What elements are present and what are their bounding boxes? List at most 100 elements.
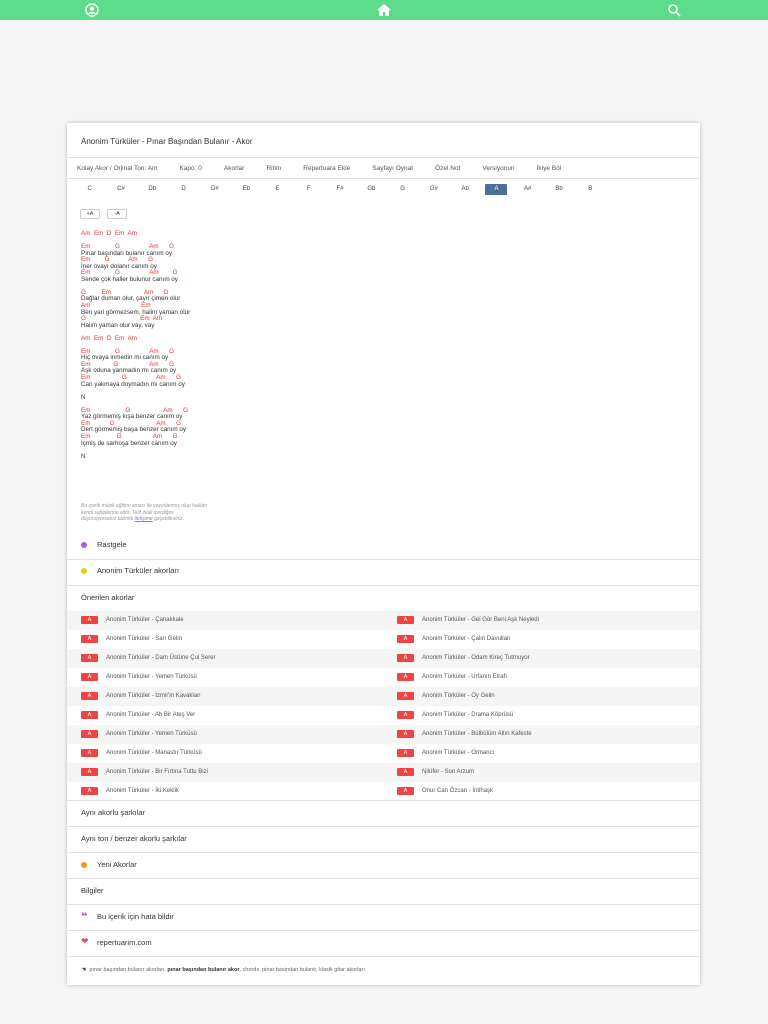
table-row: A Anonim Türküler - Bir Fırtına Tuttu Biz… xyxy=(67,763,700,782)
artist-chords-link[interactable]: Anonim Türküler akorları xyxy=(67,566,700,586)
lyric-line: Sende çok haller bulunur canım oy xyxy=(81,275,178,283)
suggested-item[interactable]: A Anonim Türküler - Yemen Türküsü xyxy=(81,673,197,681)
suggested-item[interactable]: A Anonim Türküler - Gel Gör Beni Aşk Neyl… xyxy=(397,616,539,624)
suggested-item[interactable]: A Anonim Türküler - Ormancı xyxy=(397,749,494,757)
key-a[interactable]: A xyxy=(485,184,508,195)
font-increase-button[interactable]: +A xyxy=(80,209,100,219)
suggested-title: Anonim Türküler - Yemen Türküsü xyxy=(106,674,197,680)
suggested-item[interactable]: A Anonim Türküler - Urfanın Etrafı xyxy=(397,673,507,681)
key-c[interactable]: C xyxy=(74,184,105,195)
option-rhythm[interactable]: Ritim xyxy=(266,165,281,172)
note-text: geçebilirsiniz. xyxy=(152,516,185,522)
table-row: A Anonim Türküler - İzmir'in Kavakları A An… xyxy=(67,687,700,706)
divider xyxy=(67,956,700,957)
suggested-item[interactable]: A Anonim Türküler - İzmir'in Kavakları xyxy=(81,692,201,700)
divider xyxy=(67,904,700,905)
chord-badge: A xyxy=(81,692,98,700)
chord-badge: A xyxy=(397,768,414,776)
same-key-label: Aynı ton / benzer akorlu şarkılar xyxy=(81,834,187,843)
option-capo[interactable]: Kapo: 0 xyxy=(179,165,201,172)
divider xyxy=(67,878,700,879)
key-csharp[interactable]: C# xyxy=(105,184,136,195)
info-label: Bilgiler xyxy=(81,886,104,895)
suggested-title: Anonim Türküler - Manastır Türküsü xyxy=(106,750,202,756)
tag-icon: ☚ xyxy=(81,967,87,973)
chord-badge: A xyxy=(397,787,414,795)
suggested-item[interactable]: A Nilüfer - Son Arzum xyxy=(397,768,474,776)
lyric-line: N xyxy=(81,452,86,460)
key-asharp[interactable]: A# xyxy=(512,184,543,195)
dot-icon xyxy=(81,862,87,868)
option-version[interactable]: Versiyonun xyxy=(482,165,514,172)
chord-badge: A xyxy=(397,616,414,624)
suggested-item[interactable]: A Anonim Türküler - Yemen Türküsü xyxy=(81,730,197,738)
option-add-repertoire[interactable]: Repertuara Ekle xyxy=(303,165,350,172)
table-row: A Anonim Türküler - Yemen Türküsü A Anonim … xyxy=(67,668,700,687)
chord-badge: A xyxy=(81,635,98,643)
key-dsharp[interactable]: D# xyxy=(199,184,230,195)
key-bb[interactable]: Bb xyxy=(543,184,574,195)
table-row: A Anonim Türküler - Yemen Türküsü A Anonim … xyxy=(67,725,700,744)
key-ab[interactable]: Ab xyxy=(450,184,481,195)
suggested-item[interactable]: A Anonim Türküler - Çanakkale xyxy=(81,616,184,624)
user-circle-icon[interactable] xyxy=(85,3,99,17)
random-label: Rastgele xyxy=(97,540,127,549)
option-split[interactable]: İkiye Böl xyxy=(537,165,562,172)
search-icon[interactable] xyxy=(667,3,681,17)
key-db[interactable]: Db xyxy=(137,184,168,195)
suggested-item[interactable]: A Anonim Türküler - Bülbülüm Altın Kafest… xyxy=(397,730,532,738)
key-e[interactable]: E xyxy=(262,184,293,195)
key-gb[interactable]: Gb xyxy=(356,184,387,195)
suggested-item[interactable]: A Onur Can Özcan - İntihaşk xyxy=(397,787,493,795)
option-private-note[interactable]: Özel Not xyxy=(435,165,460,172)
tag-text: , chords, pinar basindan bulanir, klasik… xyxy=(239,967,365,973)
key-eb[interactable]: Eb xyxy=(230,184,261,195)
suggested-item[interactable]: A Anonim Türküler - Manastır Türküsü xyxy=(81,749,202,757)
font-decrease-button[interactable]: -A xyxy=(107,209,127,219)
font-size-controls: +A -A xyxy=(80,209,127,219)
suggested-title: Anonim Türküler - Ah Bir Ateş Ver xyxy=(106,712,196,718)
tag-text-bold: pınar başından bulanır akor xyxy=(167,967,240,973)
suggested-title: Anonim Türküler - Yemen Türküsü xyxy=(106,731,197,737)
suggested-title: Nilüfer - Son Arzum xyxy=(422,769,475,775)
suggested-item[interactable]: A Anonim Türküler - Oy Gelin xyxy=(397,692,495,700)
suggested-item[interactable]: A Anonim Türküler - Bir Fırtına Tuttu Biz… xyxy=(81,768,208,776)
suggested-item[interactable]: A Anonim Türküler - Çalın Davulları xyxy=(397,635,511,643)
suggested-item[interactable]: A Anonim Türküler - İki Keklik xyxy=(81,787,179,795)
divider xyxy=(67,930,700,931)
suggested-item[interactable]: A Anonim Türküler - Drama Köprüsü xyxy=(397,711,513,719)
suggested-title: Anonim Türküler - Odam Kireç Tutmuyor xyxy=(422,655,530,661)
suggested-item[interactable]: A Anonim Türküler - Ah Bir Ateş Ver xyxy=(81,711,195,719)
transpose-key-list: C C# Db D D# Eb E F F# Gb G G# Ab A A# Bb B xyxy=(74,184,606,195)
suggested-title: Anonim Türküler - Ormancı xyxy=(422,750,495,756)
divider xyxy=(67,826,700,827)
contact-link[interactable]: iletişime xyxy=(135,516,153,522)
tag-text: pınar başından bulanır akorları, xyxy=(89,967,168,973)
option-autoscroll[interactable]: Sayfayı Oynat xyxy=(372,165,413,172)
suggested-title: Anonim Türküler - Bülbülüm Altın Kafeste xyxy=(422,731,532,737)
suggested-item[interactable]: A Anonim Türküler - Sarı Gelin xyxy=(81,635,182,643)
home-icon[interactable] xyxy=(376,3,391,17)
quote-icon: ❝ xyxy=(81,911,88,923)
suggested-item[interactable]: A Anonim Türküler - Dam Üstüne Çul Serer xyxy=(81,654,216,662)
chord-badge: A xyxy=(81,730,98,738)
key-b[interactable]: B xyxy=(575,184,606,195)
option-chords[interactable]: Akorlar xyxy=(224,165,245,172)
suggested-title: Anonim Türküler - Çalın Davulları xyxy=(422,636,511,642)
chord-badge: A xyxy=(397,635,414,643)
song-card: Anonim Türküler - Pınar Başından Bulanır… xyxy=(67,123,700,985)
key-fsharp[interactable]: F# xyxy=(324,184,355,195)
key-d[interactable]: D xyxy=(168,184,199,195)
suggested-item[interactable]: A Anonim Türküler - Odam Kireç Tutmuyor xyxy=(397,654,530,662)
key-f[interactable]: F xyxy=(293,184,324,195)
chord-badge: A xyxy=(397,673,414,681)
table-row: A Anonim Türküler - Ah Bir Ateş Ver A Anoni… xyxy=(67,706,700,725)
key-g[interactable]: G xyxy=(387,184,418,195)
same-chords-label: Aynı akorlu şarkılar xyxy=(81,808,146,817)
chord-badge: A xyxy=(81,616,98,624)
suggested-title: Anonim Türküler - İki Keklik xyxy=(106,788,179,794)
divider xyxy=(67,800,700,801)
chord-badge: A xyxy=(81,749,98,757)
random-link[interactable]: Rastgele xyxy=(67,540,700,560)
key-gsharp[interactable]: G# xyxy=(418,184,449,195)
